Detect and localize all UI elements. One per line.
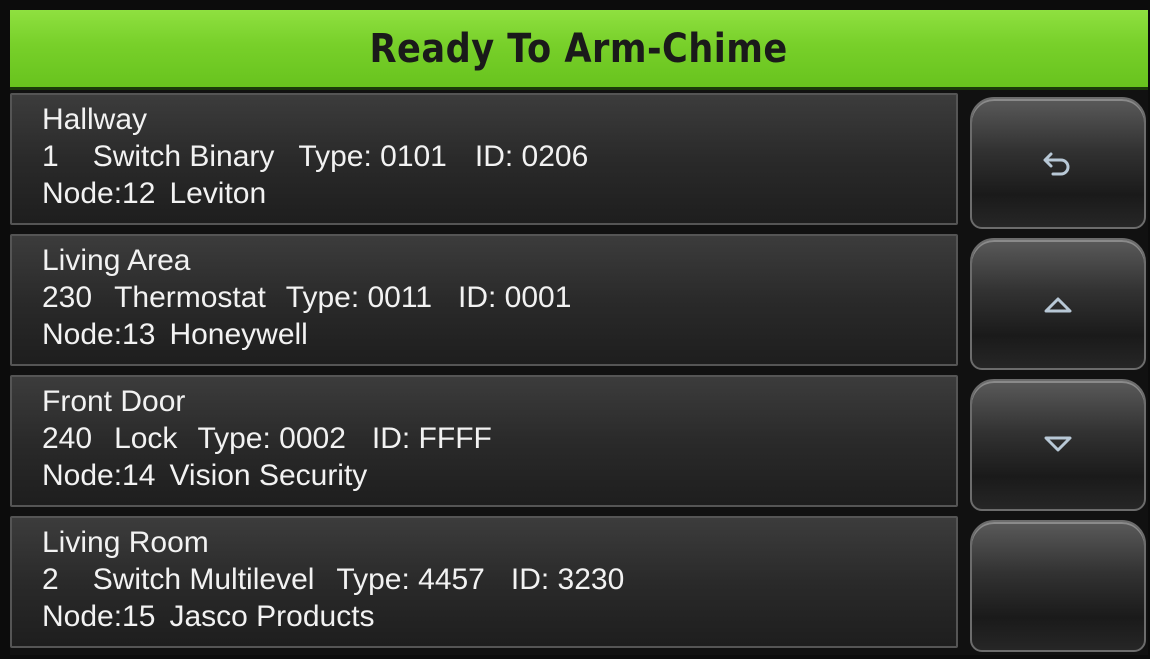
device-row-hallway[interactable]: Hallway 1 Switch Binary Type: 0101 ID: 0206… <box>10 93 958 225</box>
device-node: Node:13 <box>42 318 156 351</box>
blank-button[interactable] <box>970 520 1146 652</box>
device-node: Node:14 <box>42 459 156 492</box>
device-name: Living Room <box>42 526 209 559</box>
device-row-front-door[interactable]: Front Door 240 Lock Type: 0002 ID: FFFF Nod… <box>10 375 958 507</box>
device-type-code: Type: 4457 <box>336 563 485 596</box>
scroll-up-icon <box>1044 297 1072 313</box>
device-number: 230 <box>42 281 93 314</box>
back-arrow-icon <box>1043 152 1070 176</box>
device-type-name: Lock <box>114 422 178 455</box>
status-header: Ready To Arm-Chime <box>10 10 1148 90</box>
device-name: Hallway <box>42 103 148 136</box>
device-name: Living Area <box>42 244 191 277</box>
device-manufacturer: Jasco Products <box>169 600 375 633</box>
device-row-living-room[interactable]: Living Room 2 Switch Multilevel Type: 4457… <box>10 516 958 648</box>
device-number: 1 <box>42 140 59 173</box>
device-node: Node:15 <box>42 600 156 633</box>
device-type-code: Type: 0101 <box>298 140 447 173</box>
device-id: ID: 0001 <box>458 281 572 314</box>
device-node: Node:12 <box>42 177 156 210</box>
device-type-name: Switch Binary <box>92 140 275 173</box>
page-title: Ready To Arm-Chime <box>369 25 789 72</box>
device-type-name: Switch Multilevel <box>92 563 315 596</box>
sidebar-buttons <box>970 93 1148 655</box>
device-id: ID: FFFF <box>371 422 492 455</box>
device-row-living-area[interactable]: Living Area 230 Thermostat Type: 0011 ID: 0… <box>10 234 958 366</box>
device-type-code: Type: 0002 <box>197 422 346 455</box>
device-id: ID: 0206 <box>474 140 589 173</box>
back-button[interactable] <box>970 97 1146 229</box>
device-name: Front Door <box>42 385 186 418</box>
device-number: 2 <box>42 563 59 596</box>
device-number: 240 <box>42 422 93 455</box>
device-manufacturer: Honeywell <box>169 318 308 351</box>
device-id: ID: 3230 <box>510 563 625 596</box>
device-type-name: Thermostat <box>114 281 266 314</box>
device-manufacturer: Vision Security <box>169 459 368 492</box>
device-type-code: Type: 0011 <box>285 281 433 314</box>
scroll-up-button[interactable] <box>970 238 1146 370</box>
device-manufacturer: Leviton <box>169 177 267 210</box>
scroll-down-button[interactable] <box>970 379 1146 511</box>
panel-screen: Ready To Arm-Chime Hallway 1 Switch Binar… <box>10 10 1148 655</box>
device-list: Hallway 1 Switch Binary Type: 0101 ID: 0206… <box>10 93 964 653</box>
scroll-down-icon <box>1044 436 1072 452</box>
